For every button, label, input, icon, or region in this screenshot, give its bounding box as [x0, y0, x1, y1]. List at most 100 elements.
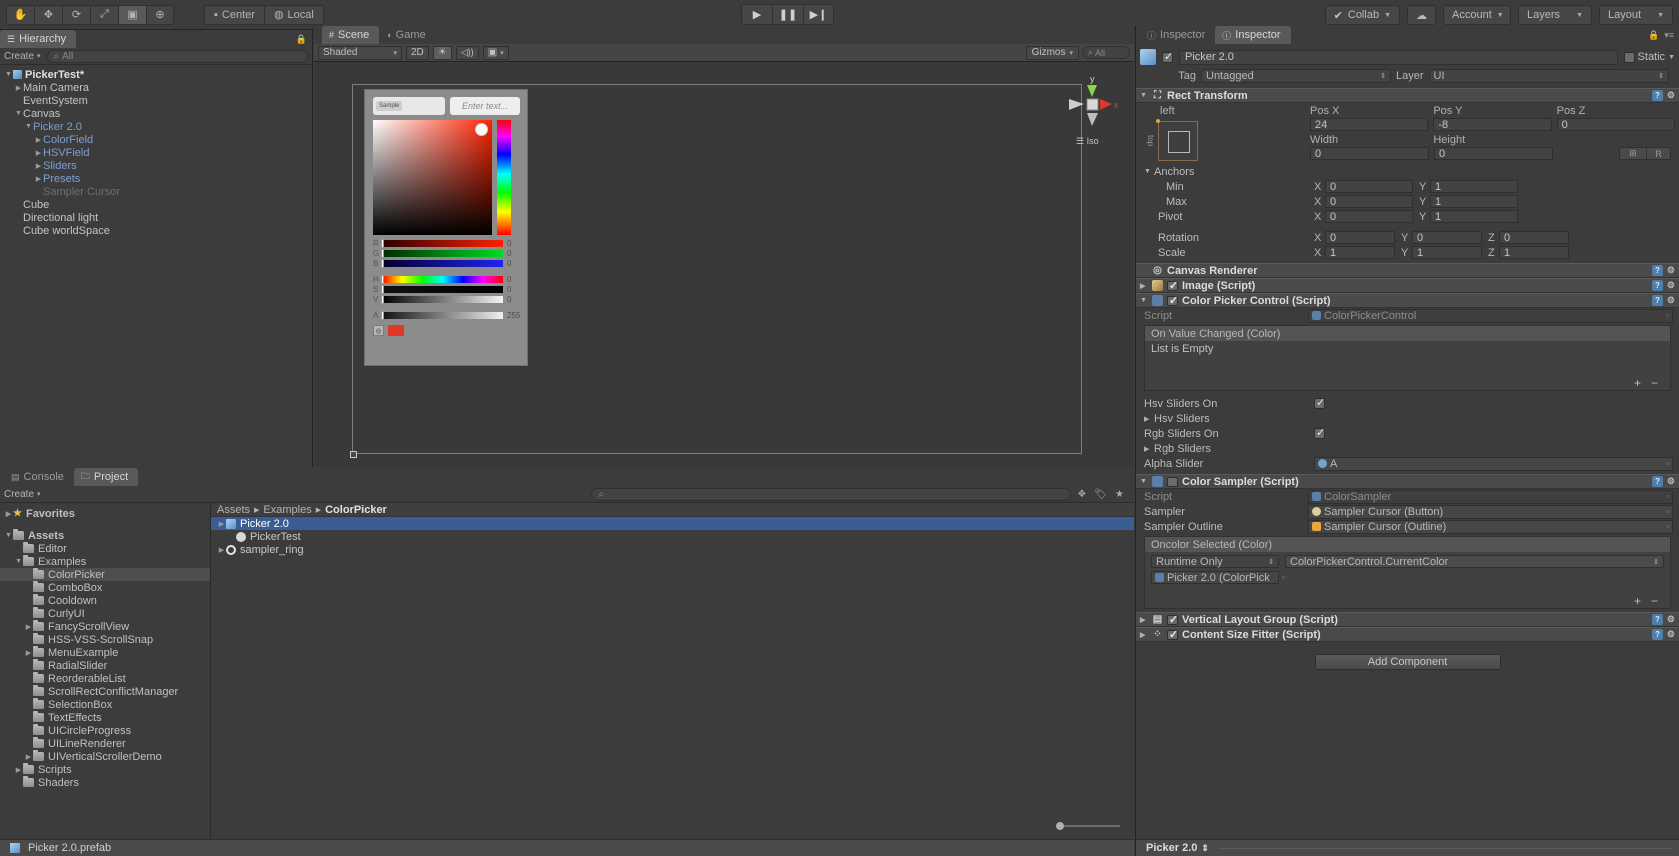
move-tool-button[interactable]: ✥ — [34, 4, 62, 25]
raw-mode-button[interactable]: R — [1647, 147, 1671, 160]
account-button[interactable]: Account ▼ — [1443, 5, 1511, 25]
project-folder-texteffects[interactable]: · TextEffects — [0, 711, 210, 724]
help-icon[interactable]: ? — [1651, 265, 1663, 276]
project-folder-examples[interactable]: ▼ Examples — [0, 555, 210, 568]
color-picker-widget[interactable]: Sample Enter text... R 0 G 0 B 0 H 0 S 0 V 0 A 255 ◎ — [364, 89, 528, 366]
component-header-color-picker-control[interactable]: ▼ Color Picker Control (Script) ? ⚙ — [1136, 293, 1679, 308]
chevron-right-icon[interactable]: ▶ — [1144, 415, 1154, 423]
chevron-right-icon[interactable]: ▶ — [34, 149, 43, 157]
hierarchy-item-hsvfield[interactable]: ▶ HSVField — [0, 146, 312, 159]
gear-icon[interactable]: ⚙ — [1667, 265, 1675, 276]
picker-slider-knob[interactable] — [381, 249, 384, 258]
breadcrumb[interactable]: Assets ▶ Examples ▶ ColorPicker — [211, 503, 1134, 517]
chevron-right-icon[interactable]: ▶ — [34, 136, 43, 144]
picker-slider-knob[interactable] — [381, 285, 384, 294]
picker-slider-g[interactable]: G0 — [373, 249, 521, 258]
object-picker-icon[interactable]: ◦ — [1666, 459, 1669, 468]
pos-y-field[interactable]: -8 — [1433, 118, 1552, 131]
scene-viewport[interactable]: Sample Enter text... R 0 G 0 B 0 H 0 S 0 V 0 A 255 ◎ — [314, 62, 1134, 467]
picker-slider-h[interactable]: H0 — [373, 275, 521, 284]
saturation-value-square[interactable] — [373, 120, 492, 235]
sv-cursor-handle[interactable] — [475, 123, 488, 136]
tag-dropdown[interactable]: Untagged ⇕ — [1201, 69, 1391, 83]
picker-hex-input[interactable]: Enter text... — [450, 97, 520, 115]
vlg-enabled-checkbox[interactable] — [1167, 613, 1178, 626]
project-folder-uiverticalscrollerdemo[interactable]: ▶ UIVerticalScrollerDemo — [0, 750, 210, 763]
picker-slider-track[interactable] — [381, 285, 503, 294]
tab-inspector-1[interactable]: ⓘ Inspector — [1140, 26, 1216, 44]
picker-preset-swatch[interactable] — [388, 325, 404, 336]
eyedropper-icon[interactable]: ◎ — [373, 325, 384, 336]
component-header-content-size-fitter[interactable]: ▶ ⁘ Content Size Fitter (Script) ? ⚙ — [1136, 627, 1679, 642]
shading-mode-dropdown[interactable]: Shaded ▾ — [318, 45, 402, 60]
chevron-down-icon[interactable]: ▼ — [24, 123, 33, 130]
picker-slider-track[interactable] — [381, 259, 503, 268]
picker-slider-v[interactable]: V0 — [373, 295, 521, 304]
color-picker-control-enabled-checkbox[interactable] — [1167, 294, 1178, 307]
chevron-down-icon[interactable]: ▼ — [4, 71, 13, 78]
hierarchy-item-picker-2-0[interactable]: ▼ Picker 2.0 — [0, 120, 312, 133]
tab-game[interactable]: ◖ Game — [379, 26, 436, 44]
component-header-rect-transform[interactable]: ▼ ⛶ Rect Transform ? ⚙ — [1136, 88, 1679, 103]
project-folder-radialslider[interactable]: · RadialSlider — [0, 659, 210, 672]
tab-scene[interactable]: # Scene — [322, 26, 380, 44]
picker-slider-a[interactable]: A 255 — [373, 311, 521, 320]
hand-tool-button[interactable]: ✋ — [6, 4, 34, 25]
rotate-tool-button[interactable]: ⟳ — [62, 4, 90, 25]
project-folder-favorites[interactable]: ▶ ★ Favorites — [0, 507, 210, 520]
layers-button[interactable]: Layers ▼ — [1518, 5, 1592, 25]
rotation-y-field[interactable]: 0 — [1412, 231, 1482, 244]
picker-slider-b[interactable]: B0 — [373, 259, 521, 268]
tab-project[interactable]: 🗀 Project — [73, 468, 139, 486]
help-icon[interactable]: ? — [1651, 476, 1663, 487]
layout-button[interactable]: Layout ▼ — [1599, 5, 1673, 25]
toggle-fx-button[interactable]: ▣ ▾ — [482, 45, 509, 60]
menu-icon[interactable]: ▾≡ — [1664, 30, 1674, 41]
hierarchy-item-canvas[interactable]: ▼ Canvas — [0, 107, 312, 120]
picker-slider-r[interactable]: R0 — [373, 239, 521, 248]
chevron-right-icon[interactable]: ▶ — [1140, 616, 1148, 624]
pause-button[interactable]: ❚❚ — [772, 4, 803, 25]
lock-icon[interactable]: 🔒 — [1648, 30, 1659, 41]
hierarchy-lock-icon[interactable]: 🔒 — [296, 34, 307, 45]
project-folder-colorpicker[interactable]: · ColorPicker — [0, 568, 210, 581]
pivot-y-field[interactable]: 1 — [1430, 210, 1518, 223]
picker-sliders-group[interactable]: R 0 G 0 B 0 H 0 S 0 V 0 A 255 — [365, 235, 527, 320]
picker-slider-track[interactable] — [381, 239, 503, 248]
project-folder-cooldown[interactable]: · Cooldown — [0, 594, 210, 607]
add-event-button[interactable]: + — [1634, 594, 1641, 608]
picker-slider-s[interactable]: S0 — [373, 285, 521, 294]
remove-event-button[interactable]: − — [1651, 594, 1658, 608]
hierarchy-item-cube[interactable]: ·Cube — [0, 198, 312, 211]
project-create-button[interactable]: Create ▾ — [4, 489, 41, 500]
component-header-canvas-renderer[interactable]: ◎ Canvas Renderer ? ⚙ — [1136, 263, 1679, 278]
hierarchy-item-directional-light[interactable]: ·Directional light — [0, 211, 312, 224]
favorite-star-icon[interactable]: ★ — [1115, 489, 1124, 500]
height-field[interactable]: 0 — [1434, 147, 1553, 160]
hierarchy-item-sliders[interactable]: ▶ Sliders — [0, 159, 312, 172]
tab-inspector-2[interactable]: ⓘ Inspector — [1215, 26, 1291, 44]
scale-z-field[interactable]: 1 — [1499, 246, 1569, 259]
add-component-button[interactable]: Add Component — [1314, 654, 1501, 670]
project-folder-combobox[interactable]: · ComboBox — [0, 581, 210, 594]
rotation-x-field[interactable]: 0 — [1325, 231, 1395, 244]
hsv-sliders-row[interactable]: ▶ Hsv Sliders — [1136, 411, 1679, 426]
blueprint-mode-button[interactable]: ⊞ — [1619, 147, 1647, 160]
component-header-image[interactable]: ▶ Image (Script) ? ⚙ — [1136, 278, 1679, 293]
gear-icon[interactable]: ⚙ — [1667, 629, 1675, 640]
gameobject-name-field[interactable]: Picker 2.0 — [1179, 49, 1618, 65]
add-event-button[interactable]: + — [1634, 376, 1641, 390]
help-icon[interactable]: ? — [1651, 280, 1663, 291]
project-folder-tree[interactable]: ▶★Favorites▼Assets·Editor▼Examples·Color… — [0, 503, 211, 856]
chevron-down-icon[interactable]: ▼ — [4, 532, 13, 539]
chevron-down-icon[interactable]: ▼ — [14, 110, 23, 117]
chevron-right-icon[interactable]: ▶ — [217, 546, 226, 554]
remove-event-button[interactable]: − — [1651, 376, 1658, 390]
scene-search-input[interactable]: ⌕ All — [1082, 46, 1130, 59]
chevron-right-icon[interactable]: ▶ — [1140, 631, 1148, 639]
anchor-min-x-field[interactable]: 0 — [1325, 180, 1413, 193]
help-icon[interactable]: ? — [1651, 614, 1663, 625]
toggle-2d-button[interactable]: 2D — [406, 45, 429, 60]
rgb-sliders-row[interactable]: ▶ Rgb Sliders — [1136, 441, 1679, 456]
picker-slider-track[interactable] — [381, 295, 503, 304]
